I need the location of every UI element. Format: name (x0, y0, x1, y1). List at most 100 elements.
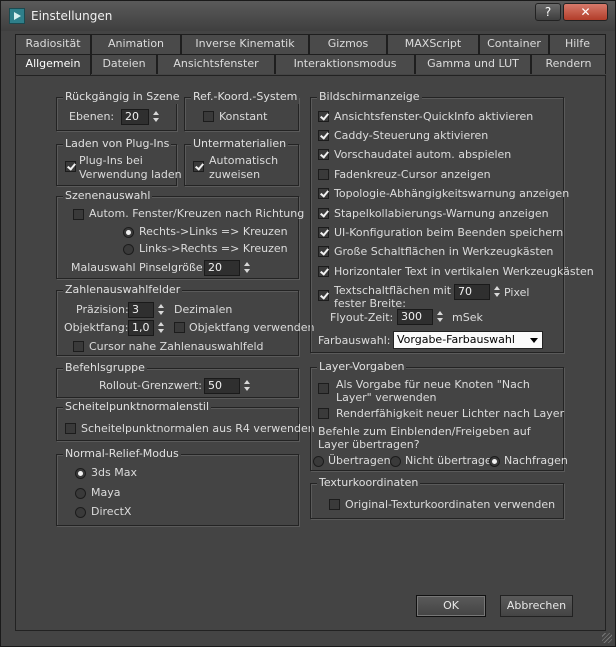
display-checkbox-2[interactable] (318, 149, 329, 160)
title-bar[interactable]: Einstellungen ? ✕ (1, 1, 615, 31)
cancel-button[interactable]: Abbrechen (500, 595, 573, 617)
help-button[interactable]: ? (535, 3, 561, 21)
fixed-width-label-2: fester Breite: (334, 297, 406, 310)
undo-levels-input[interactable]: 20 (121, 109, 149, 125)
tab-animation[interactable]: Animation (91, 34, 181, 54)
display-checkbox-6[interactable] (318, 227, 329, 238)
close-button[interactable]: ✕ (563, 3, 608, 21)
normalbump-3dsmax-radio[interactable] (75, 468, 86, 479)
tab-interaktionsmodus[interactable]: Interaktionsmodus (275, 54, 415, 74)
tab-allgemein[interactable]: Allgemein (15, 54, 91, 76)
normalbump-maya-label: Maya (91, 486, 121, 499)
display-checkbox-5[interactable] (318, 208, 329, 219)
tab-dateien[interactable]: Dateien (91, 54, 157, 74)
submaterials-group: Untermaterialien Automatisch zuweisen (184, 137, 299, 186)
no-propagate-label: Nicht übertragen (405, 454, 499, 467)
resize-grip-icon[interactable] (602, 633, 612, 643)
original-texcoord-checkbox[interactable] (329, 499, 340, 510)
undo-group: Rückgängig in Szene Ebenen: 20 (56, 90, 182, 131)
rtl-crossing-label: Rechts->Links => Kreuzen (139, 225, 288, 238)
use-snap-checkbox[interactable] (174, 322, 185, 333)
display-checkbox-1[interactable] (318, 130, 329, 141)
tab-inverse-kinematik[interactable]: Inverse Kinematik (181, 34, 309, 54)
display-label-1: Caddy-Steuerung aktivieren (334, 129, 489, 142)
brush-size-spinner[interactable] (242, 260, 252, 276)
display-group: Bildschirmanzeige Ansichtsfenster-QuickI… (310, 90, 594, 353)
tab-rendern[interactable]: Rendern (531, 54, 606, 74)
tab-gizmos[interactable]: Gizmos (309, 34, 387, 54)
commandpanel-group: Befehlsgruppe Rollout-Grenzwert: 50 (56, 361, 299, 398)
tab-hilfe[interactable]: Hilfe (549, 34, 606, 54)
cursor-near-spinner-checkbox[interactable] (73, 341, 84, 352)
ask-radio[interactable] (489, 456, 500, 467)
auto-assign-checkbox[interactable] (193, 161, 204, 172)
msek-label: mSek (452, 311, 483, 324)
layer-default-checkbox[interactable] (318, 383, 329, 394)
display-checkbox-8[interactable] (318, 266, 329, 277)
fixed-width-spinner[interactable] (492, 284, 502, 300)
rollout-threshold-spinner[interactable] (242, 378, 252, 394)
ask-label: Nachfragen (504, 454, 568, 467)
display-checkbox-7[interactable] (318, 246, 329, 257)
app-icon (9, 8, 25, 24)
auto-window-crossing-label: Autom. Fenster/Kreuzen nach Richtung (89, 207, 305, 220)
precision-input[interactable]: 3 (128, 302, 154, 318)
rtl-crossing-radio[interactable] (123, 227, 134, 238)
tab-ansichtsfenster[interactable]: Ansichtsfenster (157, 54, 275, 74)
render-by-layer-checkbox[interactable] (318, 408, 329, 419)
tab-gamma-lut[interactable]: Gamma und LUT (415, 54, 531, 74)
brush-size-label: Malauswahl Pinselgröße (71, 261, 203, 274)
ok-button[interactable]: OK (416, 595, 486, 617)
spinners-group-title: Zahlenauswahlfelder (63, 283, 183, 297)
snap-input[interactable]: 1,0 (128, 320, 154, 336)
rollout-threshold-input[interactable]: 50 (204, 378, 240, 394)
texcoord-group-title: Texturkoordinaten (317, 476, 421, 490)
r4-normals-checkbox[interactable] (65, 423, 76, 434)
normalbump-directx-radio[interactable] (75, 507, 86, 518)
color-selector-value: Vorgabe-Farbauswahl (397, 333, 515, 346)
plugins-group: Laden von Plug-Ins Plug-Ins bei Verwendu… (56, 137, 182, 186)
original-texcoord-label: Original-Texturkoordinaten verwenden (345, 498, 556, 511)
flyout-time-input[interactable]: 300 (397, 309, 433, 325)
constant-checkbox[interactable] (203, 111, 214, 122)
layer-default-label-2: Layer" verwenden (336, 391, 437, 404)
propagate-radio[interactable] (313, 456, 324, 467)
plugins-group-title: Laden von Plug-Ins (63, 137, 172, 151)
ltr-crossing-radio[interactable] (123, 244, 134, 255)
no-propagate-radio[interactable] (390, 456, 401, 467)
submaterials-group-title: Untermaterialien (191, 137, 289, 151)
constant-label: Konstant (219, 110, 268, 123)
fixed-width-input[interactable]: 70 (454, 284, 490, 300)
undo-group-title: Rückgängig in Szene (63, 90, 182, 104)
flyout-time-spinner[interactable] (435, 309, 445, 325)
display-checkbox-0[interactable] (318, 111, 329, 122)
commandpanel-group-title: Befehlsgruppe (63, 361, 147, 375)
display-label-4: Topologie-Abhängigkeitswarnung anzeigen (334, 187, 570, 200)
load-on-use-label-2: Verwendung laden (79, 168, 182, 181)
vertexnormal-group-title: Scheitelpunktnormalenstil (63, 400, 212, 414)
layer-group: Layer-Vorgaben Als Vorgabe für neue Knot… (310, 360, 568, 471)
snap-spinner[interactable] (156, 320, 166, 336)
normalbump-maya-radio[interactable] (75, 488, 86, 499)
fixed-width-label-1: Textschaltflächen mit (334, 284, 452, 297)
texcoord-group: Texturkoordinaten Original-Texturkoordin… (310, 476, 564, 519)
tab-radiositaet[interactable]: Radiosität (15, 34, 91, 54)
normalbump-3dsmax-label: 3ds Max (91, 466, 137, 479)
precision-label: Präzision: (76, 303, 129, 316)
normalbump-directx-label: DirectX (91, 505, 132, 518)
load-on-use-checkbox[interactable] (65, 161, 76, 172)
brush-size-input[interactable]: 20 (204, 260, 240, 276)
color-selector-dropdown[interactable]: Vorgabe-Farbauswahl (393, 331, 543, 349)
propagate-question-1: Befehle zum Einblenden/Freigeben auf (318, 425, 531, 438)
undo-levels-spinner[interactable] (151, 109, 161, 125)
display-label-8: Horizontaler Text in vertikalen Werkzeug… (334, 265, 594, 278)
precision-spinner[interactable] (156, 302, 166, 318)
display-checkbox-3[interactable] (318, 169, 329, 180)
auto-window-crossing-checkbox[interactable] (73, 209, 84, 220)
window-title: Einstellungen (31, 9, 113, 23)
tab-container[interactable]: Container (479, 34, 549, 54)
fixed-width-checkbox[interactable] (318, 290, 329, 301)
display-checkbox-4[interactable] (318, 188, 329, 199)
tab-maxscript[interactable]: MAXScript (387, 34, 479, 54)
layer-group-title: Layer-Vorgaben (317, 360, 407, 374)
